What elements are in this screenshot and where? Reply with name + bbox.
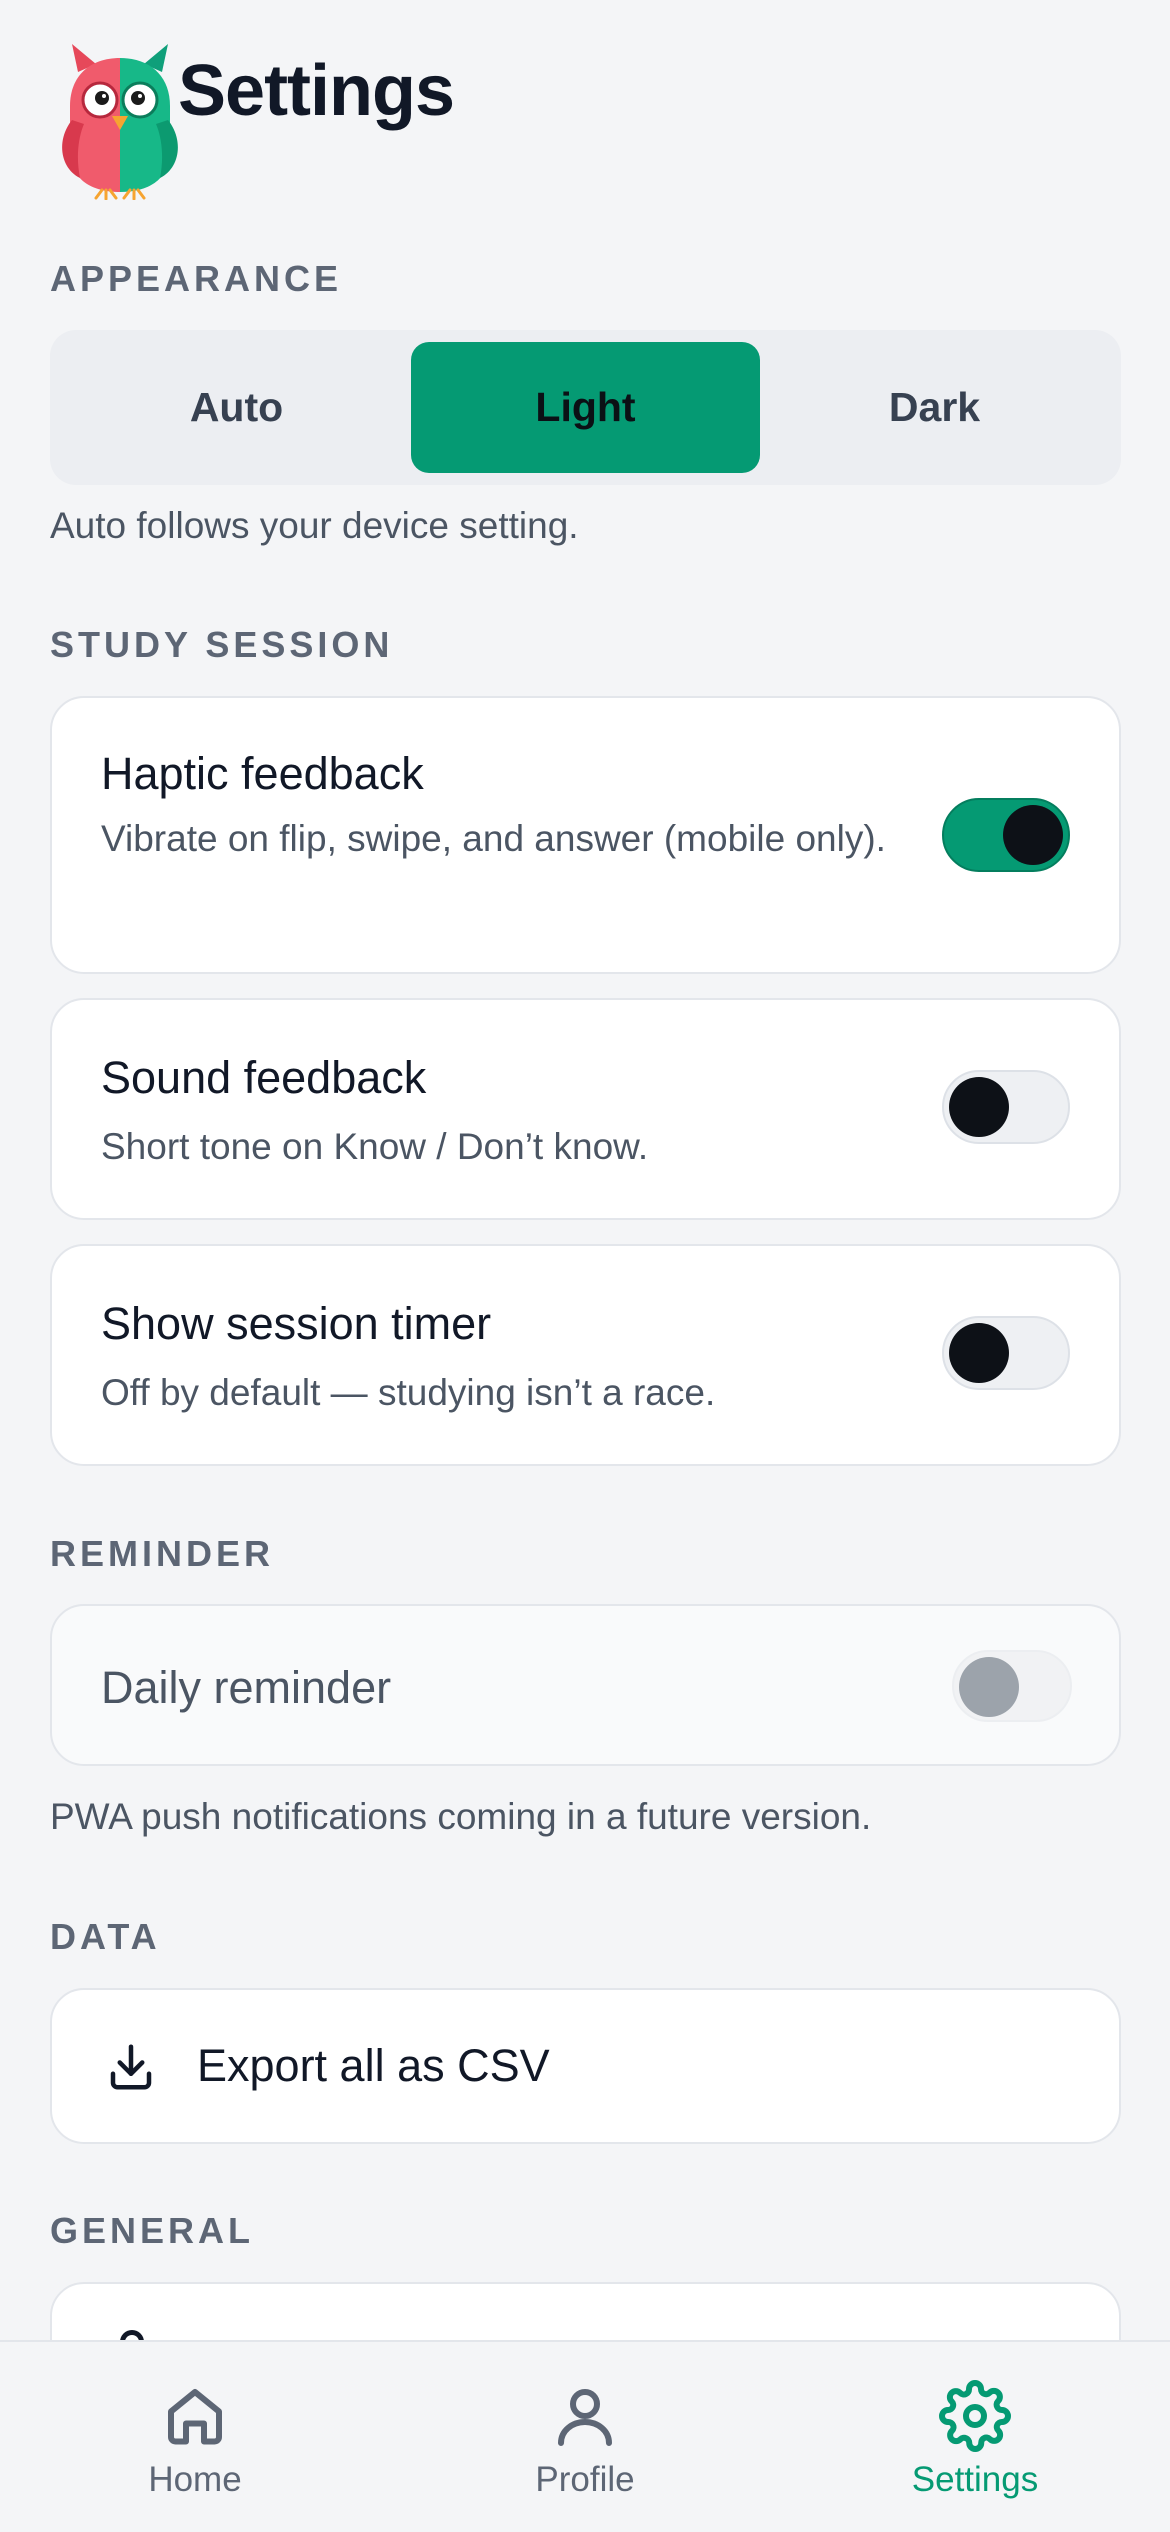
appearance-option-light[interactable]: Light	[411, 342, 760, 473]
reminder-section-label: REMINDER	[50, 1533, 275, 1574]
haptic-feedback-toggle[interactable]	[942, 798, 1070, 872]
session-timer-card: Show session timer Off by default — stud…	[50, 1244, 1121, 1466]
settings-page: Settings APPEARANCE Auto Light Dark Auto…	[0, 0, 1170, 2532]
data-section-label: DATA	[50, 1916, 161, 1957]
export-csv-button[interactable]: Export all as CSV	[50, 1988, 1121, 2144]
nav-label-settings: Settings	[911, 2460, 1039, 2499]
toggle-knob	[1003, 805, 1063, 865]
user-icon	[558, 2389, 612, 2446]
nav-item-settings[interactable]: Settings	[780, 2342, 1170, 2532]
export-csv-label: Export all as CSV	[197, 2040, 550, 2091]
page-title: Settings	[178, 51, 455, 131]
haptic-feedback-title: Haptic feedback	[101, 748, 424, 799]
nav-label-profile: Profile	[535, 2460, 635, 2499]
session-timer-title: Show session timer	[101, 1298, 492, 1349]
haptic-feedback-description: Vibrate on flip, swipe, and answer (mobi…	[101, 818, 886, 859]
sound-feedback-toggle[interactable]	[942, 1070, 1070, 1144]
gear-icon	[939, 2380, 1011, 2452]
nav-item-profile[interactable]: Profile	[390, 2342, 780, 2532]
toggle-knob	[949, 1077, 1009, 1137]
sound-feedback-description: Short tone on Know / Don’t know.	[101, 1126, 649, 1167]
download-icon	[110, 2044, 152, 2090]
appearance-option-auto[interactable]: Auto	[62, 342, 411, 473]
appearance-help-text: Auto follows your device setting.	[50, 505, 579, 546]
sound-feedback-title: Sound feedback	[101, 1052, 427, 1103]
daily-reminder-toggle	[952, 1650, 1072, 1722]
home-icon	[168, 2389, 222, 2445]
haptic-feedback-card: Haptic feedback Vibrate on flip, swipe, …	[50, 696, 1121, 974]
session-timer-description: Off by default — studying isn’t a race.	[101, 1372, 716, 1413]
session-timer-toggle[interactable]	[942, 1316, 1070, 1390]
appearance-section-label: APPEARANCE	[50, 258, 343, 299]
nav-item-home[interactable]: Home	[0, 2342, 390, 2532]
bottom-navigation: Home Profile Settings	[0, 2340, 1170, 2532]
appearance-segmented-control: Auto Light Dark	[50, 330, 1121, 485]
header	[50, 40, 190, 200]
nav-label-home: Home	[148, 2460, 242, 2499]
study-session-section-label: STUDY SESSION	[50, 624, 394, 665]
general-section-label: GENERAL	[50, 2210, 255, 2251]
appearance-option-dark[interactable]: Dark	[760, 342, 1109, 473]
sound-feedback-card: Sound feedback Short tone on Know / Don’…	[50, 998, 1121, 1220]
toggle-knob	[949, 1323, 1009, 1383]
daily-reminder-card: Daily reminder	[50, 1604, 1121, 1766]
owl-mascot-icon	[62, 44, 178, 200]
daily-reminder-title: Daily reminder	[101, 1662, 392, 1713]
reminder-help-text: PWA push notifications coming in a futur…	[50, 1796, 872, 1837]
toggle-knob	[959, 1657, 1019, 1717]
